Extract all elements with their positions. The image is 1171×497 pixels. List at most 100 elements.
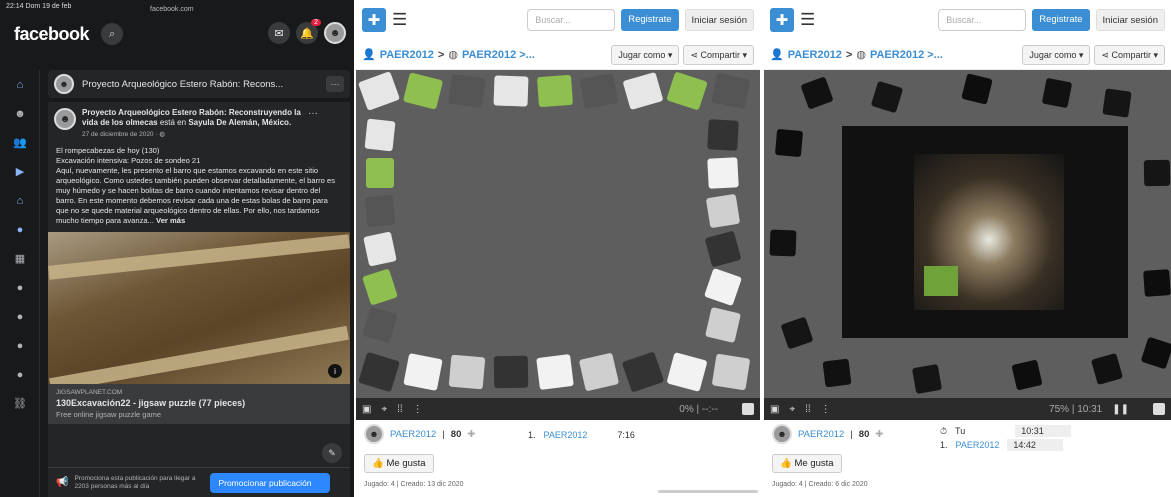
puzzle-piece[interactable] xyxy=(711,353,751,391)
profile-avatar[interactable]: ☻ xyxy=(324,22,346,44)
group-header[interactable]: ☻ Proyecto Arqueológico Estero Rabón: Re… xyxy=(48,70,350,98)
puzzle-piece[interactable] xyxy=(622,71,664,111)
image-preview-icon[interactable]: ▣ xyxy=(362,404,371,415)
messenger-icon[interactable]: ✉ xyxy=(268,22,290,44)
watch-icon[interactable]: ▶ xyxy=(0,157,40,186)
puzzle-piece[interactable] xyxy=(1041,77,1073,109)
puzzle-piece[interactable] xyxy=(536,354,574,390)
like-button[interactable]: 👍 Me gusta xyxy=(772,454,842,473)
friends-icon[interactable]: 👥 xyxy=(0,128,40,157)
share-dropdown[interactable]: ⋖ Compartir ▾ xyxy=(683,44,754,65)
puzzle-piece[interactable] xyxy=(870,80,904,114)
more-icon[interactable]: ⋮ xyxy=(413,404,423,415)
shortcut-3-icon[interactable]: ● xyxy=(0,331,40,360)
puzzle-piece[interactable] xyxy=(705,307,741,343)
crumb-album[interactable]: PAER2012 >... xyxy=(870,49,943,61)
register-button[interactable]: Registrate xyxy=(621,9,679,31)
crumb-user[interactable]: PAER2012 xyxy=(788,49,842,61)
puzzle-piece[interactable] xyxy=(961,73,993,105)
puzzle-piece[interactable] xyxy=(493,75,529,107)
puzzle-piece[interactable] xyxy=(707,157,739,189)
puzzle-piece[interactable] xyxy=(364,118,396,152)
puzzle-piece[interactable] xyxy=(621,351,665,393)
address-url[interactable]: facebook.com xyxy=(150,6,194,13)
puzzle-piece[interactable] xyxy=(705,193,741,229)
crumb-album[interactable]: PAER2012 >... xyxy=(462,49,535,61)
puzzle-piece[interactable] xyxy=(800,76,834,110)
info-icon[interactable]: i xyxy=(328,364,342,378)
search-icon[interactable]: ⌕ xyxy=(101,23,124,45)
puzzle-piece[interactable] xyxy=(1143,269,1171,297)
hamburger-menu-icon[interactable]: ☰ xyxy=(392,10,407,30)
puzzle-board[interactable] xyxy=(764,70,1171,398)
profile-icon[interactable]: ☻ xyxy=(0,99,40,128)
puzzle-piece[interactable] xyxy=(703,267,743,307)
link-preview[interactable]: JIGSAWPLANET.COM 130Excavación22 - jigsa… xyxy=(48,384,350,424)
login-button[interactable]: Iniciar sesión xyxy=(1095,9,1165,31)
puzzle-piece[interactable] xyxy=(579,73,619,109)
puzzle-piece[interactable] xyxy=(1090,352,1124,386)
post-location[interactable]: Sayula De Alemán, México. xyxy=(188,118,291,127)
player-name[interactable]: PAER2012 xyxy=(798,429,844,440)
puzzle-piece[interactable] xyxy=(363,231,397,267)
shortcut-1-icon[interactable]: ● xyxy=(0,273,40,302)
gaming-icon[interactable]: ● xyxy=(0,215,40,244)
promote-button[interactable]: Promocionar publicación xyxy=(210,472,331,493)
facebook-logo[interactable]: facebook xyxy=(14,24,90,45)
share-dropdown[interactable]: ⋖ Compartir ▾ xyxy=(1094,44,1165,65)
puzzle-piece[interactable] xyxy=(1140,336,1171,370)
groups-icon[interactable]: ● xyxy=(0,360,40,389)
author-avatar[interactable]: ☻ xyxy=(54,108,76,130)
puzzle-piece[interactable] xyxy=(536,74,574,108)
puzzle-piece[interactable] xyxy=(911,363,943,395)
puzzle-piece[interactable] xyxy=(769,229,797,257)
ghost-icon[interactable]: ⌖ xyxy=(789,404,795,415)
image-preview-icon[interactable]: ▣ xyxy=(770,404,779,415)
menu-grid-icon[interactable]: ▦ xyxy=(0,244,40,273)
see-more-link[interactable]: Ver más xyxy=(156,216,185,225)
puzzle-piece[interactable] xyxy=(357,71,401,111)
puzzle-piece[interactable] xyxy=(1011,359,1043,391)
puzzle-piece[interactable] xyxy=(362,268,398,306)
scatter-icon[interactable]: ⁞⁞ xyxy=(805,404,811,415)
post-image[interactable]: i xyxy=(48,232,350,384)
login-button[interactable]: Iniciar sesión xyxy=(684,9,754,31)
puzzle-piece[interactable] xyxy=(707,119,739,151)
fullscreen-icon[interactable] xyxy=(1153,403,1165,415)
puzzle-piece[interactable] xyxy=(774,128,804,158)
puzzle-piece[interactable] xyxy=(1102,88,1132,118)
puzzle-piece[interactable] xyxy=(448,354,486,390)
like-button[interactable]: 👍 Me gusta xyxy=(364,454,434,473)
puzzle-piece[interactable] xyxy=(362,306,398,344)
play-as-dropdown[interactable]: Jugar como ▾ xyxy=(611,44,680,65)
puzzle-board[interactable] xyxy=(356,70,760,398)
puzzle-piece[interactable] xyxy=(666,352,708,392)
puzzle-logo-icon[interactable]: ✚ xyxy=(770,8,794,32)
puzzle-piece[interactable] xyxy=(704,230,742,268)
puzzle-logo-icon[interactable]: ✚ xyxy=(362,8,386,32)
notifications-icon[interactable]: 🔔 2 xyxy=(296,19,321,44)
puzzle-piece[interactable] xyxy=(493,355,529,389)
puzzle-piece[interactable] xyxy=(403,353,443,391)
rank-user[interactable]: PAER2012 xyxy=(544,430,588,440)
puzzle-piece[interactable] xyxy=(1143,159,1171,187)
puzzle-piece[interactable] xyxy=(822,358,852,388)
search-input[interactable]: Buscar... xyxy=(938,9,1027,31)
puzzle-piece[interactable] xyxy=(366,158,394,188)
home-icon[interactable]: ⌂ xyxy=(0,70,40,99)
play-as-dropdown[interactable]: Jugar como ▾ xyxy=(1022,44,1091,65)
player-name[interactable]: PAER2012 xyxy=(390,429,436,440)
marketplace-icon[interactable]: ⌂ xyxy=(0,186,40,215)
rank-user[interactable]: PAER2012 xyxy=(956,440,1000,450)
puzzle-piece[interactable] xyxy=(578,352,620,392)
post-date[interactable]: 27 de diciembre de 2020 · xyxy=(82,131,159,138)
puzzle-piece[interactable] xyxy=(402,72,444,110)
pause-icon[interactable]: ❚❚ xyxy=(1112,404,1129,415)
player-avatar[interactable]: ☻ xyxy=(364,424,384,444)
crumb-user[interactable]: PAER2012 xyxy=(380,49,434,61)
shortcut-2-icon[interactable]: ● xyxy=(0,302,40,331)
group-title[interactable]: Proyecto Arqueológico Estero Rabón: Reco… xyxy=(82,79,318,90)
search-input[interactable]: Buscar... xyxy=(527,9,616,31)
post-menu-icon[interactable]: ··· xyxy=(308,108,318,140)
ghost-icon[interactable]: ⌖ xyxy=(381,404,387,415)
